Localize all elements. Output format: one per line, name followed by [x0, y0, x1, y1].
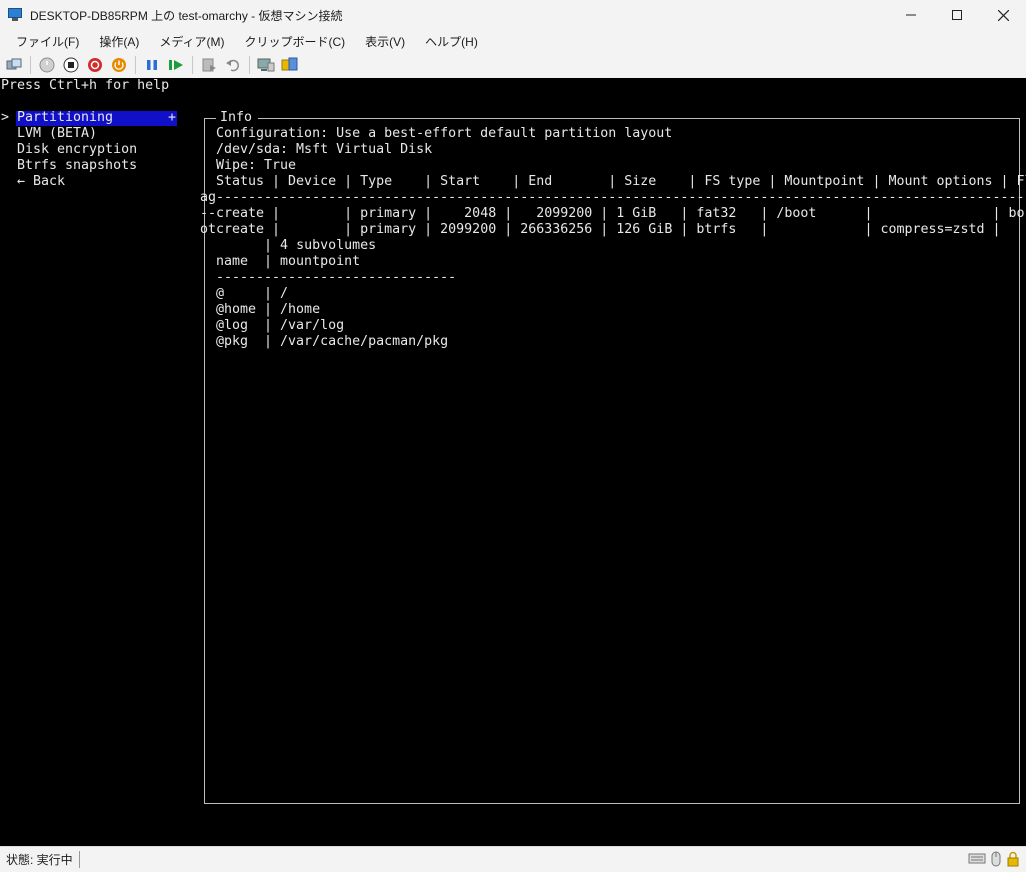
- window-titlebar: DESKTOP-DB85RPM 上の test-omarchy - 仮想マシン接…: [0, 0, 1026, 30]
- menu-help[interactable]: ヘルプ(H): [415, 33, 488, 50]
- menu-cursor: >: [1, 110, 10, 125]
- partition-table-row: --create | | primary | 2048 | 2099200 | …: [200, 206, 1025, 221]
- close-button[interactable]: [980, 0, 1026, 30]
- revert-icon: [226, 59, 240, 72]
- subvolumes-count: | 4 subvolumes: [200, 238, 377, 253]
- save-icon: [112, 58, 126, 72]
- maximize-icon: [952, 10, 962, 20]
- checkpoint-icon: [202, 58, 216, 72]
- menu-file[interactable]: ファイル(F): [6, 33, 89, 50]
- partition-table-row: otcreate | | primary | 2099200 | 2663362…: [200, 222, 1025, 237]
- enhanced-session-icon: [257, 58, 275, 72]
- share-button[interactable]: [280, 55, 300, 75]
- menu-clipboard[interactable]: クリップボード(C): [234, 33, 355, 50]
- ctrl-alt-del-icon: [6, 58, 22, 70]
- revert-button[interactable]: [223, 55, 243, 75]
- minimize-button[interactable]: [888, 0, 934, 30]
- toolbar-separator: [30, 56, 31, 74]
- maximize-button[interactable]: [934, 0, 980, 30]
- menu-item-btrfs-snapshots[interactable]: Btrfs snapshots: [17, 158, 137, 174]
- minimize-icon: [906, 14, 916, 16]
- start-icon: [39, 57, 55, 73]
- subvolume-table-divider: ------------------------------: [216, 270, 457, 285]
- menu-item-disk-encryption[interactable]: Disk encryption: [17, 142, 137, 158]
- help-hint: Press Ctrl+h for help: [1, 78, 170, 93]
- turn-off-icon: [63, 57, 79, 73]
- reset-button[interactable]: [166, 55, 186, 75]
- menu-action[interactable]: 操作(A): [89, 33, 149, 50]
- shut-down-button[interactable]: [85, 55, 105, 75]
- keyboard-icon: [968, 853, 986, 864]
- subvolume-row: @home | /home: [216, 302, 321, 317]
- subvolume-table-header: name | mountpoint: [216, 254, 361, 269]
- info-device: /dev/sda: Msft Virtual Disk: [216, 142, 433, 157]
- vm-console[interactable]: Press Ctrl+h for help > Partitioning + L…: [0, 78, 1026, 846]
- toolbar-separator: [192, 56, 193, 74]
- info-panel-title: Info: [216, 110, 259, 126]
- pause-button[interactable]: [142, 55, 162, 75]
- checkpoint-button[interactable]: [199, 55, 219, 75]
- mouse-icon: [991, 851, 1001, 867]
- start-button[interactable]: [37, 55, 57, 75]
- enhanced-session-button[interactable]: [256, 55, 276, 75]
- menu-item-partitioning[interactable]: Partitioning: [17, 110, 113, 126]
- vm-status: 状態: 実行中: [6, 851, 80, 868]
- close-icon: [997, 9, 1009, 21]
- partition-table-header: Status | Device | Type | Start | End | S…: [216, 174, 1026, 189]
- menu-item-lvm[interactable]: LVM (BETA): [17, 126, 97, 142]
- shut-down-icon: [88, 58, 102, 72]
- subvolume-row: @ | /: [216, 286, 289, 301]
- reset-icon: [169, 60, 183, 70]
- menu-bar: ファイル(F) 操作(A) メディア(M) クリップボード(C) 表示(V) ヘ…: [0, 30, 1026, 52]
- lock-icon: [1007, 851, 1019, 867]
- turn-off-button[interactable]: [61, 55, 81, 75]
- menu-item-back[interactable]: ← Back: [17, 174, 65, 190]
- toolbar-separator: [135, 56, 136, 74]
- window-title: DESKTOP-DB85RPM 上の test-omarchy - 仮想マシン接…: [30, 8, 343, 23]
- partition-table-divider: ag--------------------------------------…: [200, 190, 1026, 205]
- subvolume-row: @log | /var/log: [216, 318, 345, 333]
- share-icon: [281, 57, 298, 71]
- save-button[interactable]: [109, 55, 129, 75]
- info-wipe: Wipe: True: [216, 158, 297, 173]
- menu-item-partitioning-plus: +: [168, 110, 177, 125]
- menu-media[interactable]: メディア(M): [149, 33, 234, 50]
- menu-view[interactable]: 表示(V): [355, 33, 415, 50]
- ctrl-alt-del-button[interactable]: [4, 55, 24, 75]
- vm-connection-icon: [8, 8, 24, 22]
- toolbar: [0, 52, 1026, 78]
- info-configuration: Configuration: Use a best-effort default…: [216, 126, 673, 141]
- toolbar-separator: [249, 56, 250, 74]
- pause-icon: [147, 60, 157, 70]
- subvolume-row: @pkg | /var/cache/pacman/pkg: [216, 334, 449, 349]
- status-bar: 状態: 実行中: [0, 846, 1026, 872]
